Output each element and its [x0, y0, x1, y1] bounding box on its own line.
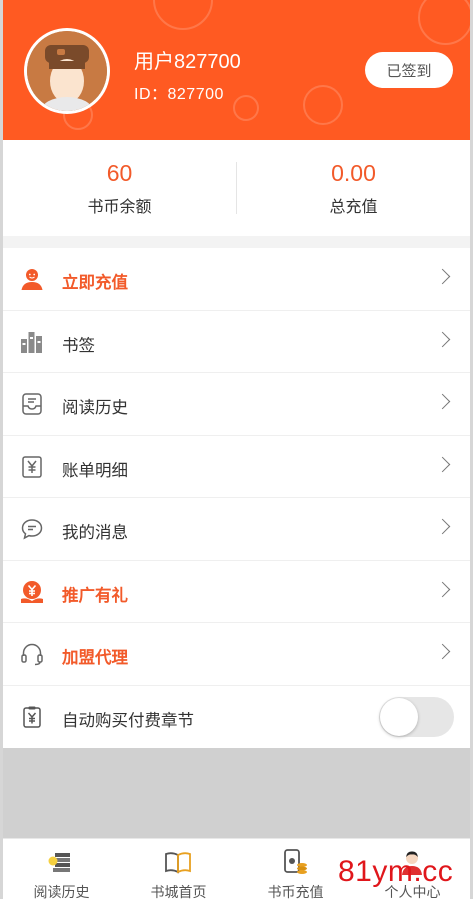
menu-label-auto-buy: 自动购买付费章节	[62, 711, 194, 730]
menu-item-bill[interactable]: 账单明细	[3, 436, 470, 498]
menu-item-auto-buy: 自动购买付费章节	[3, 686, 470, 749]
chevron-right-icon	[434, 331, 451, 347]
section-gap	[3, 236, 470, 248]
tab-label-coin-recharge: 书币充值	[267, 884, 324, 899]
menu-item-bookmark[interactable]: 书签	[3, 311, 470, 373]
tab-bookstore-home[interactable]: 书城首页	[120, 839, 237, 899]
total-recharge-value: 0.00	[331, 160, 376, 186]
chevron-right-icon	[434, 456, 451, 472]
total-recharge-label: 总充值	[329, 199, 378, 216]
tab-reading-history[interactable]: 阅读历史	[3, 839, 120, 899]
chevron-right-icon	[434, 268, 451, 285]
app-frame: 用户827700 ID：827700 已签到 60 书币余额 0.00 总充值 …	[3, 0, 470, 899]
balance-value: 60	[106, 160, 133, 186]
menu-item-messages[interactable]: 我的消息	[3, 498, 470, 561]
menu-label-agency: 加盟代理	[62, 649, 128, 667]
profile-header: 用户827700 ID：827700 已签到	[3, 0, 470, 140]
message-bubble-icon	[20, 517, 44, 541]
menu-label-reading-history: 阅读历史	[62, 399, 128, 417]
chevron-right-icon	[434, 643, 451, 660]
menu-label-bill: 账单明细	[62, 461, 128, 480]
reading-history-icon	[47, 848, 75, 876]
tab-coin-recharge[interactable]: 书币充值	[237, 839, 354, 899]
menu-item-reading-history[interactable]: 阅读历史	[3, 373, 470, 436]
menu-label-promotion: 推广有礼	[62, 586, 128, 605]
chevron-right-icon	[434, 581, 451, 597]
username: 用户827700	[134, 51, 241, 73]
bookmark-bars-icon	[20, 330, 44, 354]
tab-label-reading-history: 阅读历史	[33, 884, 90, 899]
chevron-right-icon	[434, 518, 451, 535]
auto-buy-toggle[interactable]	[379, 696, 454, 737]
headset-icon	[20, 642, 44, 666]
menu-label-recharge: 立即充值	[62, 274, 128, 292]
bill-icon	[20, 455, 44, 479]
menu-label-bookmark: 书签	[62, 336, 95, 355]
tab-label-bookstore-home: 书城首页	[150, 884, 207, 899]
menu-item-recharge[interactable]: 立即充值	[3, 248, 470, 311]
menu-item-agency[interactable]: 加盟代理	[3, 623, 470, 686]
balance-label: 书币余额	[87, 199, 152, 216]
avatar-image	[27, 31, 107, 111]
avatar[interactable]	[24, 28, 110, 114]
chevron-right-icon	[434, 393, 451, 410]
phone-coins-icon	[281, 848, 309, 876]
menu-label-messages: 我的消息	[62, 524, 128, 542]
menu-list: 立即充值 书签 阅读历史 账单明细 我的消息 推广有礼 加盟代理 自动购买付费章…	[3, 248, 470, 748]
history-tray-icon	[20, 392, 44, 416]
total-recharge-stat[interactable]: 0.00 总充值	[237, 160, 470, 217]
toggle-knob	[380, 697, 418, 736]
menu-item-promotion[interactable]: 推广有礼	[3, 561, 470, 623]
stats-panel: 60 书币余额 0.00 总充值	[3, 140, 470, 236]
signin-button[interactable]: 已签到	[365, 52, 453, 88]
clipboard-yen-icon	[20, 705, 44, 729]
gift-coin-icon	[20, 580, 44, 604]
balance-stat[interactable]: 60 书币余额	[3, 160, 236, 217]
watermark-text: 81ym.cc	[338, 855, 454, 888]
user-id: ID：827700	[134, 86, 224, 103]
open-book-icon	[164, 848, 192, 876]
user-icon	[20, 267, 44, 291]
